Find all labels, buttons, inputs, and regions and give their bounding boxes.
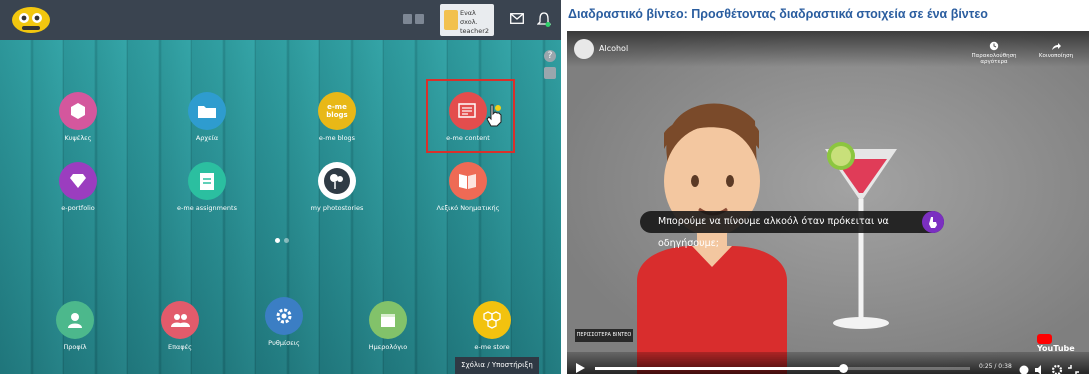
app-tile-hives[interactable]: Κυψέλες — [38, 92, 118, 142]
photostories-icon — [318, 162, 356, 200]
clock-icon — [989, 41, 999, 51]
support-button[interactable]: Σχόλια / Υποστήριξη — [455, 357, 539, 374]
video-scene-illustration — [637, 103, 897, 374]
tile-label: Λεξικό Νοηματικής — [436, 204, 500, 212]
diamond-icon — [59, 162, 97, 200]
app-tile-sign-dictionary[interactable]: Λεξικό Νοηματικής — [428, 162, 508, 212]
tile-label: Αρχεία — [195, 134, 219, 142]
play-icon[interactable] — [576, 363, 585, 373]
dock-profile[interactable]: Προφίλ — [35, 301, 115, 351]
question-hotspot-button[interactable] — [922, 211, 944, 233]
blogs-badge-text: e-me blogs — [326, 103, 348, 119]
channel-avatar[interactable] — [574, 39, 594, 59]
dock-label: Επαφές — [168, 343, 192, 351]
dock-label: Προφίλ — [63, 343, 87, 351]
interactive-question-caption[interactable]: Μπορούμε να πίνουμε αλκοόλ όταν πρόκειτα… — [640, 211, 944, 249]
highlight-box — [426, 79, 515, 153]
dock-settings[interactable]: Ρυθμίσεις — [244, 297, 324, 347]
contacts-icon — [161, 301, 199, 339]
top-bar: Εναλ σxoλ. teacher2 — [0, 0, 561, 40]
gear-icon — [265, 297, 303, 335]
dock-calendar[interactable]: Ημερολόγιο — [348, 301, 428, 351]
dictionary-icon — [449, 162, 487, 200]
youtube-play-icon — [1037, 334, 1052, 344]
settings-gear-icon[interactable] — [1051, 364, 1063, 374]
mail-icon[interactable] — [510, 13, 524, 24]
blogs-icon: e-me blogs — [318, 92, 356, 130]
progress-bar[interactable] — [595, 364, 970, 373]
share-label: Κοινοποίηση — [1038, 53, 1074, 59]
language-toggle-en[interactable] — [415, 14, 424, 24]
fullscreen-icon[interactable] — [1068, 365, 1079, 374]
pointer-hand-icon — [929, 217, 937, 228]
app-tile-blogs[interactable]: e-me blogs e-me blogs — [297, 92, 377, 142]
page-dot[interactable] — [284, 238, 289, 243]
apps-grid-button[interactable] — [544, 67, 556, 79]
watch-later-label: Παρακολούθηση αργότερα — [971, 53, 1017, 65]
tile-label: e-me blogs — [318, 134, 356, 142]
share-arrow-icon — [1052, 43, 1061, 50]
notifications-bell-icon[interactable] — [537, 12, 551, 28]
time-display: 0:25 / 0:38 — [979, 363, 1012, 370]
dock-label: Ρυθμίσεις — [268, 339, 300, 347]
app-tile-assignments[interactable]: e-me assignments — [167, 162, 247, 212]
avatar — [444, 10, 458, 30]
subtitles-icon[interactable] — [1019, 365, 1029, 374]
user-icon — [56, 301, 94, 339]
video-player[interactable]: Alcohol Παρακολούθηση αργότερα Κοινοποίη… — [567, 31, 1089, 374]
tile-label: e-portfolio — [61, 204, 95, 212]
page-indicator — [275, 228, 293, 247]
calendar-icon — [369, 301, 407, 339]
help-button[interactable]: ? — [544, 50, 556, 62]
dock-store[interactable]: e-me store — [452, 301, 532, 351]
user-menu[interactable]: Εναλ σxoλ. teacher2 — [440, 4, 494, 36]
player-control-icons — [1019, 361, 1083, 374]
assignments-icon — [188, 162, 226, 200]
video-title[interactable]: Alcohol — [599, 44, 628, 53]
tile-label: Κυψέλες — [64, 134, 92, 142]
youtube-logo[interactable]: YouTube — [1037, 334, 1089, 353]
app-tile-portfolio[interactable]: e-portfolio — [38, 162, 118, 212]
folder-icon — [188, 92, 226, 130]
progress-played — [595, 367, 843, 370]
page-title: Διαδραστικό βίντεο: Προσθέτοντας διαδρασ… — [568, 7, 988, 21]
page-dot-active[interactable] — [275, 238, 280, 243]
app-tile-photostories[interactable]: my photostories — [297, 162, 377, 212]
volume-icon[interactable] — [1035, 365, 1041, 374]
watch-later-button[interactable]: Παρακολούθηση αργότερα — [969, 41, 1019, 65]
language-toggle-el[interactable] — [403, 14, 412, 24]
user-name: Εναλ σxoλ. teacher2 — [460, 9, 490, 35]
dock-label: e-me store — [474, 343, 510, 351]
app-tile-files[interactable]: Αρχεία — [167, 92, 247, 142]
tile-label: my photostories — [310, 204, 364, 212]
more-videos-button[interactable]: ΠΕΡΙΣΣΟΤΕΡΑ ΒΙΝΤΕΟ — [575, 329, 633, 342]
dock-label: Ημερολόγιο — [368, 343, 408, 351]
video-top-bar: Alcohol Παρακολούθηση αργότερα Κοινοποίη… — [567, 31, 1089, 67]
tile-label: e-me assignments — [177, 204, 237, 212]
dock-contacts[interactable]: Επαφές — [140, 301, 220, 351]
eme-logo-icon[interactable] — [10, 5, 52, 35]
share-button[interactable]: Κοινοποίηση — [1029, 41, 1083, 59]
eme-desktop-panel: Εναλ σxoλ. teacher2 ? Κυψέλες Αρχεία e-m… — [0, 0, 561, 374]
hexagon-icon — [59, 92, 97, 130]
store-icon — [473, 301, 511, 339]
progress-scrubber[interactable] — [838, 364, 848, 373]
